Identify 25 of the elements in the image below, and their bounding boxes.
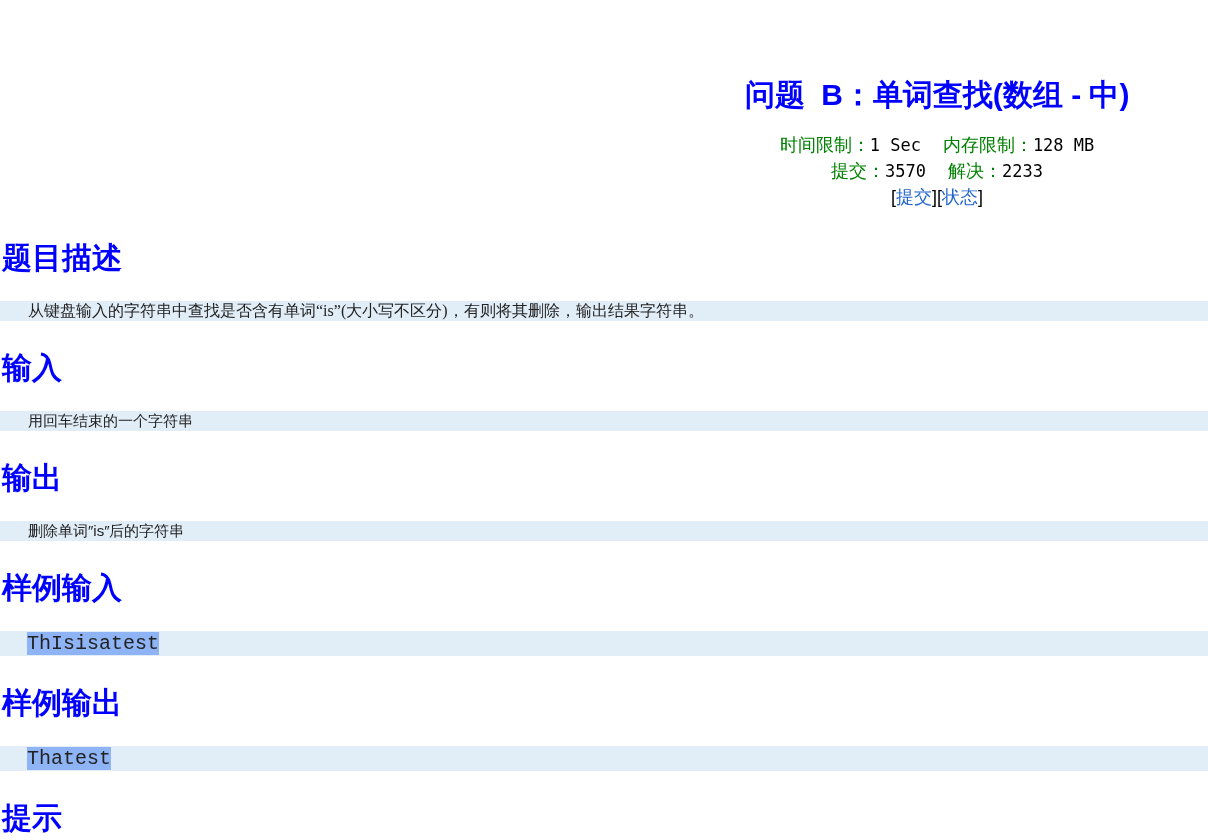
section-heading: 样例输入 (0, 570, 122, 606)
section-heading: 输入 (0, 350, 62, 386)
bracket-text: ] (978, 186, 983, 209)
stat-label: 提交： (831, 160, 886, 183)
stat-label: 解决： (948, 160, 1002, 183)
section-heading: 提示 (0, 800, 62, 836)
description-text: 从键盘输入的字符串中查找是否含有单词“is”(大小写不区分)，有则将其删除，输出结果字符串。 (28, 301, 704, 321)
section-heading: 输出 (0, 460, 62, 496)
stat-value: 128 MB (1032, 134, 1095, 157)
sample-text: ThIsisatest (27, 632, 160, 655)
description-text: 用回车结束的一个字符串 (28, 411, 193, 431)
bracket-text: [ (890, 186, 896, 209)
stat-label: 内存限制： (942, 134, 1033, 157)
problem-title: 问题 B：单词查找(数组 - 中) (744, 77, 1130, 113)
sample-text: Thatest (27, 747, 111, 770)
stat-value: 1 Sec (869, 134, 921, 157)
stat-value: 2233 (1002, 160, 1043, 183)
bracket-text: ][ (932, 186, 942, 209)
description-text: 删除单词″is″后的字符串 (28, 521, 185, 541)
stat-label: 时间限制： (779, 134, 870, 157)
nav-link[interactable]: 状态 (942, 184, 978, 210)
nav-link[interactable]: 提交 (896, 184, 932, 210)
section-heading: 样例输出 (0, 685, 122, 721)
section-heading: 题目描述 (1, 240, 122, 276)
stat-value: 3570 (885, 160, 926, 183)
